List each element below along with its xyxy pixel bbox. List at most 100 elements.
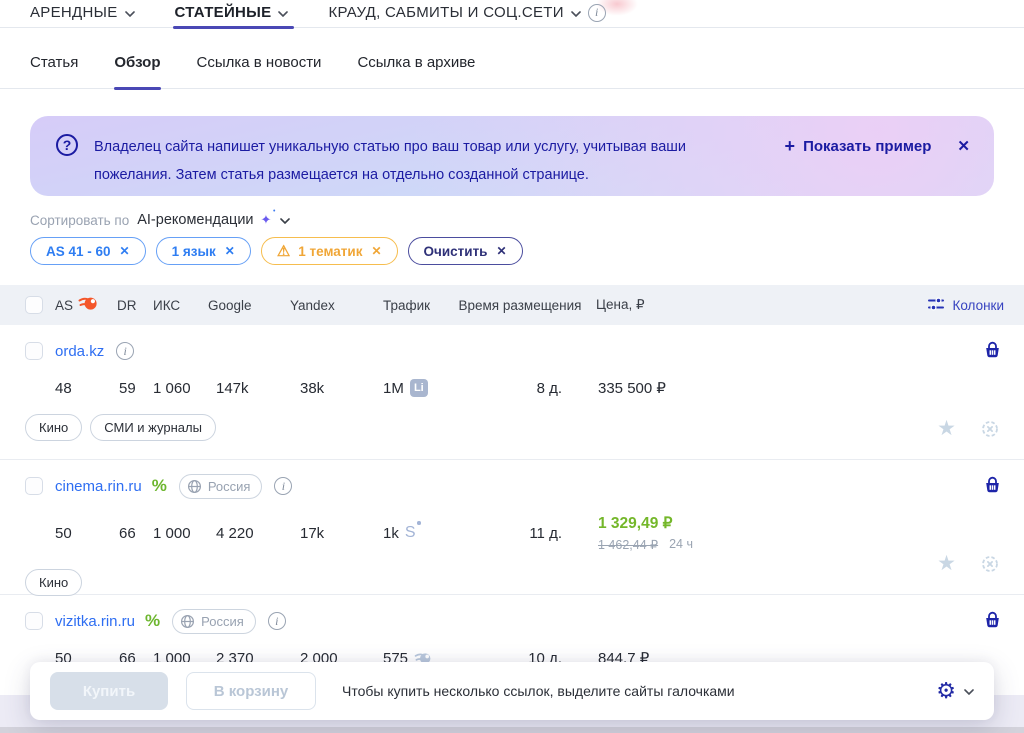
banner-close-icon[interactable]: ✕	[957, 137, 970, 155]
chevron-down-icon	[964, 689, 974, 695]
tab-rental[interactable]: АРЕНДНЫЕ	[30, 4, 135, 27]
info-icon[interactable]: i	[274, 477, 293, 495]
ai-sparkle-icon: ✦ •	[260, 208, 276, 227]
add-to-cart-button[interactable]: В корзину	[186, 672, 316, 710]
favorite-star-icon[interactable]: ★	[937, 553, 956, 574]
globe-icon	[180, 614, 195, 629]
column-as[interactable]: AS	[55, 296, 115, 314]
topic-tag: Кино	[25, 569, 83, 596]
table-row: orda.kz i 48 59 1 060 147k 38k 1M Li 8 д…	[0, 325, 1024, 460]
tab-articles[interactable]: СТАТЕЙНЫЕ	[172, 4, 295, 29]
clear-filters-chip[interactable]: Очистить ✕	[407, 237, 523, 265]
add-to-cart-icon[interactable]	[983, 341, 1002, 365]
block-site-icon[interactable]	[980, 419, 1000, 439]
column-dr[interactable]: DR	[115, 298, 153, 313]
column-iks[interactable]: ИКС	[153, 298, 208, 313]
table-row: cinema.rin.ru % Россия i 50 66 1 000 4 2…	[0, 460, 1024, 596]
similarweb-icon: S	[405, 521, 421, 542]
filter-chip-language[interactable]: 1 язык ✕	[155, 237, 251, 265]
columns-settings-button[interactable]: Колонки	[927, 296, 1004, 315]
chevron-down-icon[interactable]	[280, 218, 291, 224]
chip-label: Очистить	[423, 243, 488, 259]
cell-traffic: 1k S	[383, 521, 450, 542]
banner-message: Владелец сайта напишет уникальную статью…	[94, 139, 687, 183]
filter-chip-as[interactable]: AS 41 - 60 ✕	[30, 237, 146, 265]
info-icon[interactable]: i	[116, 342, 135, 360]
favorite-star-icon[interactable]: ★	[937, 418, 956, 439]
cell-placement-time: 11 д.	[529, 524, 562, 542]
selection-hint: Чтобы купить несколько ссылок, выделите …	[342, 683, 735, 699]
discount-percent-icon: %	[151, 476, 167, 495]
cell-iks: 1 000	[153, 524, 191, 542]
tab-review[interactable]: Обзор	[114, 54, 161, 90]
column-traffic[interactable]: Трафик	[383, 298, 450, 313]
info-icon[interactable]: i	[267, 612, 286, 630]
cell-google: 4 220	[216, 524, 254, 542]
traffic-value: 1M	[383, 379, 404, 397]
filter-chip-topic[interactable]: ⚠ 1 тематик ✕	[260, 237, 398, 265]
region-chip: Россия	[172, 608, 256, 634]
cell-iks: 1 060	[153, 379, 191, 397]
add-to-cart-icon[interactable]	[983, 476, 1002, 500]
column-yandex[interactable]: Yandex	[290, 298, 383, 313]
price-note: 24 ч	[669, 537, 693, 551]
column-google[interactable]: Google	[208, 298, 290, 313]
add-to-cart-icon[interactable]	[983, 611, 1002, 635]
chip-label: 1 язык	[171, 243, 216, 259]
sliders-icon	[927, 296, 945, 315]
discount-percent-icon: %	[145, 611, 161, 630]
cell-dr: 59	[119, 379, 136, 397]
sort-row: Сортировать по AI-рекомендации ✦ •	[30, 208, 994, 229]
old-price: 1 462,44 ₽	[598, 538, 659, 552]
remove-filter-icon[interactable]: ✕	[120, 244, 130, 258]
column-label: AS	[55, 297, 74, 313]
region-chip: Россия	[178, 473, 263, 499]
cell-price: 1 329,49 ₽ 1 462,44 ₽ 24 ч	[590, 514, 750, 552]
info-icon[interactable]: i	[587, 3, 606, 22]
column-placement-time[interactable]: Время размещения	[450, 298, 590, 313]
chevron-down-icon	[124, 10, 135, 17]
show-example-button[interactable]: + Показать пример	[785, 136, 932, 157]
table-header: AS DR ИКС Google Yandex Трафик Время раз…	[0, 285, 1024, 325]
cell-as: 50	[55, 524, 72, 542]
tab-label: СТАТЕЙНЫЕ	[174, 4, 272, 21]
clear-filters-icon[interactable]: ✕	[496, 244, 506, 258]
sort-value-dropdown[interactable]: AI-рекомендации	[137, 212, 253, 228]
topic-tag: СМИ и журналы	[90, 414, 216, 441]
columns-label: Колонки	[952, 297, 1004, 313]
show-example-label: Показать пример	[803, 138, 932, 155]
sort-label: Сортировать по	[30, 212, 130, 228]
article-format-tabs: Статья Обзор Ссылка в новости Ссылка в а…	[0, 54, 1024, 90]
topic-tag: Кино	[25, 414, 83, 441]
tab-link-in-news[interactable]: Ссылка в новости	[197, 54, 322, 88]
cell-yandex: 17k	[300, 524, 325, 542]
tab-article[interactable]: Статья	[30, 54, 78, 88]
row-checkbox[interactable]	[25, 612, 43, 630]
row-checkbox[interactable]	[25, 477, 43, 495]
remove-filter-icon[interactable]: ✕	[225, 244, 235, 258]
row-checkbox[interactable]	[25, 342, 43, 360]
site-domain-link[interactable]: vizitka.rin.ru	[55, 613, 135, 630]
column-price[interactable]: Цена, ₽	[590, 297, 750, 313]
remove-filter-icon[interactable]: ✕	[371, 244, 381, 258]
tab-label: АРЕНДНЫЕ	[30, 4, 118, 21]
chip-label: AS 41 - 60	[46, 243, 111, 259]
info-banner: ? Владелец сайта напишет уникальную стат…	[30, 116, 994, 196]
liveinternet-icon: Li	[409, 379, 428, 397]
discounted-price: 1 329,49 ₽	[598, 515, 673, 532]
purchase-action-bar: Купить В корзину Чтобы купить несколько …	[30, 662, 994, 720]
page-bottom-edge	[0, 727, 1024, 733]
site-domain-link[interactable]: cinema.rin.ru	[55, 478, 142, 495]
block-site-icon[interactable]	[980, 554, 1000, 574]
tab-link-in-archive[interactable]: Ссылка в архиве	[357, 54, 475, 88]
semrush-icon	[78, 296, 97, 314]
buy-button[interactable]: Купить	[50, 672, 168, 710]
plus-icon: +	[784, 136, 796, 156]
cell-dr: 66	[119, 524, 136, 542]
select-all-checkbox[interactable]	[25, 296, 43, 314]
cell-yandex: 38k	[300, 379, 325, 397]
chevron-down-icon	[278, 10, 289, 17]
tab-crowd[interactable]: КРАУД, САБМИТЫ И СОЦ.СЕТИ i	[328, 3, 606, 27]
settings-dropdown[interactable]: ⚙	[936, 680, 974, 702]
site-domain-link[interactable]: orda.kz	[55, 343, 104, 360]
